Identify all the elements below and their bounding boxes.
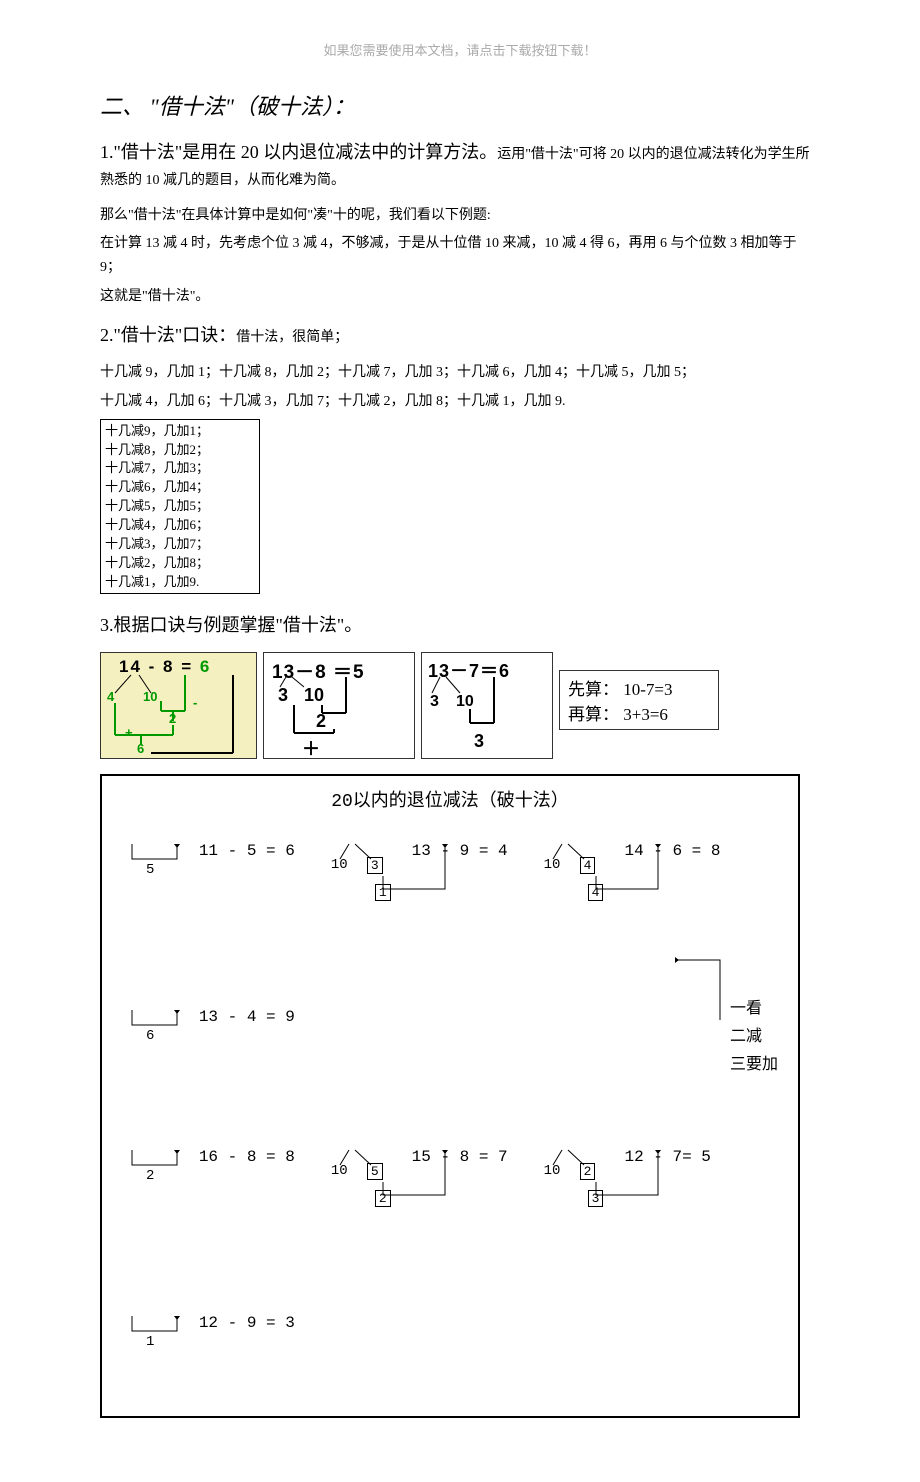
eq7-b: 2: [580, 1163, 596, 1181]
p2-rest: 借十法，很简单；: [236, 330, 348, 345]
diagram-14-8: 14 - 8 = 6 4 10 - 2 + 6: [100, 652, 257, 759]
big-row-4: 12 - 9 = 3 1: [122, 1296, 778, 1386]
eq-14-6: 14 - 6 = 8 10 4 4: [548, 824, 721, 950]
eq4-below: 6: [146, 1028, 154, 1044]
paragraph-1: 1."借十法"是用在 20 以内退位减法中的计算方法。运用"借十法"可将 20 …: [100, 136, 820, 194]
d2-n3: 3: [278, 685, 288, 706]
big-row-3: 16 - 8 = 8 2 15 - 8 = 7 10 5 2 12 - 7= 5: [122, 1130, 778, 1256]
d1-final: 6: [137, 741, 144, 756]
p3-title: 3.根据口诀与例题掌握"借十法"。: [100, 615, 362, 635]
p2-lead: 2."借十法"口诀：: [100, 325, 236, 345]
d3-nr: 3: [474, 731, 484, 752]
d4-line1: 先算： 10-7=3: [568, 677, 710, 703]
section-title: 二、 "借十法"（破十法）：: [100, 89, 820, 121]
eq1-below: 5: [146, 862, 154, 878]
document-page: 如果您需要使用本文档，请点击下载按钮下载！ 二、 "借十法"（破十法）： 1."…: [0, 0, 920, 1458]
eq-13-4: 13 - 4 = 9 6: [122, 990, 295, 1080]
big-row-2: 13 - 4 = 9 6 一看 二减 三要加: [122, 990, 778, 1080]
eq3-a: 10: [544, 857, 561, 873]
d2-n10: 10: [304, 685, 324, 706]
d1-minus: -: [193, 695, 197, 710]
header-note: 如果您需要使用本文档，请点击下载按钮下载！: [100, 40, 820, 59]
rhyme-line-2: 十几减 4，几加 6；十几减 3，几加 7；十几减 2，几加 8；十几减 1，几…: [100, 390, 820, 414]
rhyme-row: 十几减7，几加3；: [105, 459, 255, 478]
paragraph-2: 2."借十法"口诀：借十法，很简单；: [100, 319, 820, 351]
d2-n2: 2: [316, 711, 326, 732]
p1-lead: 1."借十法"是用在 20 以内退位减法中的计算方法。: [100, 142, 497, 162]
d1-lines-icon: [101, 653, 256, 758]
d1-plus: +: [125, 725, 133, 740]
eq-12-9: 12 - 9 = 3 1: [122, 1296, 295, 1386]
eq6-b: 5: [367, 1163, 383, 1181]
d1-split-left: 4: [107, 689, 114, 704]
d1-step-val: 2: [169, 711, 176, 726]
paragraph-3: 3.根据口诀与例题掌握"借十法"。: [100, 609, 820, 641]
eq-11-5: 11 - 5 = 6 5: [122, 824, 295, 914]
example-diagrams-row: 14 - 8 = 6 4 10 - 2 + 6: [100, 652, 820, 759]
d2-plus: ＋: [302, 735, 320, 761]
rhyme-row: 十几减1，几加9.: [105, 573, 255, 592]
eq2-b: 3: [367, 857, 383, 875]
rhyme-row: 十几减4，几加6；: [105, 516, 255, 535]
rhyme-box: 十几减9，几加1； 十几减8，几加2； 十几减7，几加3； 十几减6，几加4； …: [100, 419, 260, 595]
p1-line-1: 那么"借十法"在具体计算中是如何"凑"十的呢，我们看以下例题:: [100, 204, 820, 228]
eq-13-9: 13 - 9 = 4 10 3 1: [335, 824, 508, 950]
rhyme-row: 十几减8，几加2；: [105, 441, 255, 460]
eq-12-7: 12 - 7= 5 10 2 3: [548, 1130, 711, 1256]
eq-15-8: 15 - 8 = 7 10 5 2: [335, 1130, 508, 1256]
diagram-13-7: 13－7＝6 3 10 3: [421, 652, 553, 759]
rhyme-row: 十几减9，几加1；: [105, 422, 255, 441]
big-row-1: 11 - 5 = 6 5 13 - 9 = 4 10 3 1 14 - 6 = …: [122, 824, 778, 950]
diagram-steps-box: 先算： 10-7=3 再算： 3+3=6: [559, 670, 719, 730]
eq5-below: 2: [146, 1168, 154, 1184]
rhyme-row: 十几减6，几加4；: [105, 478, 255, 497]
d1-split-right: 10: [143, 689, 157, 704]
rhyme-line-1: 十几减 9，几加 1；十几减 8，几加 2；十几减 7，几加 3；十几减 6，几…: [100, 361, 820, 385]
eq3-b: 4: [580, 857, 596, 875]
eq2-a: 10: [331, 857, 348, 873]
big-diagram-box: 20以内的退位减法（破十法） 11 - 5 = 6 5 13 - 9 = 4 1…: [100, 774, 800, 1418]
diagram-13-8: 13－8 ＝5 3 10 2 ＋: [263, 652, 415, 759]
rhyme-row: 十几减5，几加5；: [105, 497, 255, 516]
eq3-c: 4: [588, 884, 604, 902]
rhyme-row: 十几减3，几加7；: [105, 535, 255, 554]
eq6-c: 2: [375, 1190, 391, 1208]
d4-line2: 再算： 3+3=6: [568, 702, 710, 728]
d3-n10: 10: [456, 693, 474, 711]
p1-line-3: 这就是"借十法"。: [100, 285, 820, 309]
eq7-c: 3: [588, 1190, 604, 1208]
eq7-a: 10: [544, 1163, 561, 1179]
eq2-c: 1: [375, 884, 391, 902]
side-arrow-icon: [670, 950, 790, 1030]
d3-lines-icon: [422, 653, 552, 758]
p1-line-2: 在计算 13 减 4 时，先考虑个位 3 减 4，不够减，于是从十位借 10 来…: [100, 232, 820, 280]
d3-n3: 3: [430, 693, 439, 711]
side-notes: 一看 二减 三要加: [730, 990, 778, 1078]
big-title: 20以内的退位减法（破十法）: [122, 786, 778, 812]
note-3: 三要加: [730, 1050, 778, 1074]
eq8-below: 1: [146, 1334, 154, 1350]
rhyme-row: 十几减2，几加8；: [105, 554, 255, 573]
eq-16-8: 16 - 8 = 8 2: [122, 1130, 295, 1220]
eq6-a: 10: [331, 1163, 348, 1179]
